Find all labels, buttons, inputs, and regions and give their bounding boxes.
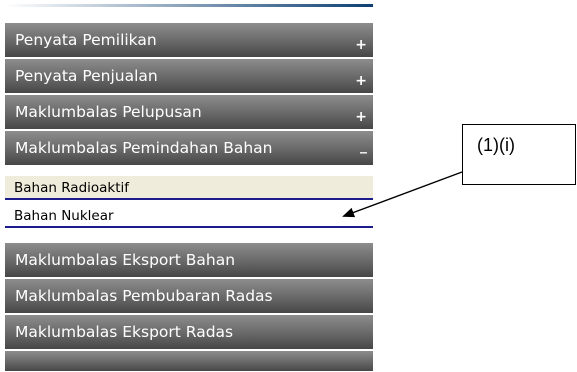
sidebar-menu: Penyata Pemilikan + Penyata Penjualan + … (5, 4, 373, 372)
menu-item-penyata-pemilikan[interactable]: Penyata Pemilikan + (5, 23, 373, 58)
sub-item-bahan-radioaktif[interactable]: Bahan Radioaktif (5, 176, 373, 200)
menu-item-label: Maklumbalas Eksport Radas (15, 323, 234, 341)
menu-item-label: Penyata Penjualan (15, 67, 158, 85)
menu-item-maklumbalas-pembubaran-radas[interactable]: Maklumbalas Pembubaran Radas (5, 279, 373, 314)
menu-item-maklumbalas-pemindahan-bahan[interactable]: Maklumbalas Pemindahan Bahan _ (5, 131, 373, 166)
menu-item-penyata-penjualan[interactable]: Penyata Penjualan + (5, 59, 373, 94)
menu-item-maklumbalas-pelupusan[interactable]: Maklumbalas Pelupusan + (5, 95, 373, 130)
collapse-icon[interactable]: _ (360, 129, 367, 164)
sub-item-label: Bahan Radioaktif (14, 180, 130, 196)
menu-item-label: Maklumbalas Pemindahan Bahan (15, 139, 273, 157)
expand-icon[interactable]: + (355, 64, 367, 99)
menu-item-label: Maklumbalas Pembubaran Radas (15, 287, 273, 305)
menu-top-rule (5, 4, 373, 7)
menu-item-partial[interactable] (5, 351, 373, 372)
menu-item-maklumbalas-eksport-bahan[interactable]: Maklumbalas Eksport Bahan (5, 243, 373, 278)
sub-item-bahan-nuklear[interactable]: Bahan Nuklear (5, 204, 373, 228)
menu-item-maklumbalas-eksport-radas[interactable]: Maklumbalas Eksport Radas (5, 315, 373, 350)
menu-item-label: Maklumbalas Pelupusan (15, 103, 202, 121)
callout-label: (1)(i) (477, 135, 515, 155)
menu-item-label: Maklumbalas Eksport Bahan (15, 251, 236, 269)
menu-item-label: Penyata Pemilikan (15, 31, 157, 49)
callout-box: (1)(i) (462, 124, 576, 185)
sub-item-label: Bahan Nuklear (14, 208, 114, 224)
expand-icon[interactable]: + (355, 28, 367, 63)
